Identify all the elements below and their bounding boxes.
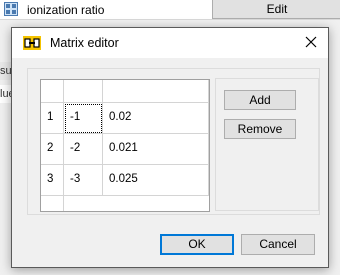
row-header: 1 (41, 103, 64, 134)
matrix-editor-dialog: Matrix editor 1 -1 0.02 2 -2 0.021 3 -3 … (11, 27, 329, 268)
matrix-cell[interactable]: -3 (64, 165, 103, 196)
edit-button[interactable]: Edit (212, 0, 340, 19)
property-row[interactable]: ionization ratio Edit (0, 0, 340, 20)
matrix-cell[interactable]: -2 (64, 134, 103, 165)
grid-icon (4, 2, 18, 16)
add-button[interactable]: Add (224, 90, 296, 110)
row-header: 3 (41, 165, 64, 196)
property-name: ionization ratio (27, 3, 105, 17)
close-icon (305, 36, 317, 51)
matrix-table[interactable]: 1 -1 0.02 2 -2 0.021 3 -3 0.025 (40, 79, 210, 212)
row-header (41, 196, 64, 211)
row-header: 2 (41, 134, 64, 165)
dialog-title: Matrix editor (50, 36, 119, 50)
column-header[interactable] (103, 80, 209, 103)
matrix-cell[interactable]: -1 (64, 103, 103, 134)
cancel-button[interactable]: Cancel (241, 234, 315, 255)
column-header[interactable] (64, 80, 103, 103)
matrix-cell[interactable]: 0.025 (103, 165, 209, 196)
matrix-cell[interactable]: 0.02 (103, 103, 209, 134)
ok-button[interactable]: OK (160, 234, 234, 255)
matrix-cell[interactable]: 0.021 (103, 134, 209, 165)
close-button[interactable] (294, 28, 328, 58)
corner-header (41, 80, 64, 103)
title-bar[interactable]: Matrix editor (12, 28, 328, 58)
matrix-icon (23, 36, 41, 50)
remove-button[interactable]: Remove (224, 119, 296, 139)
